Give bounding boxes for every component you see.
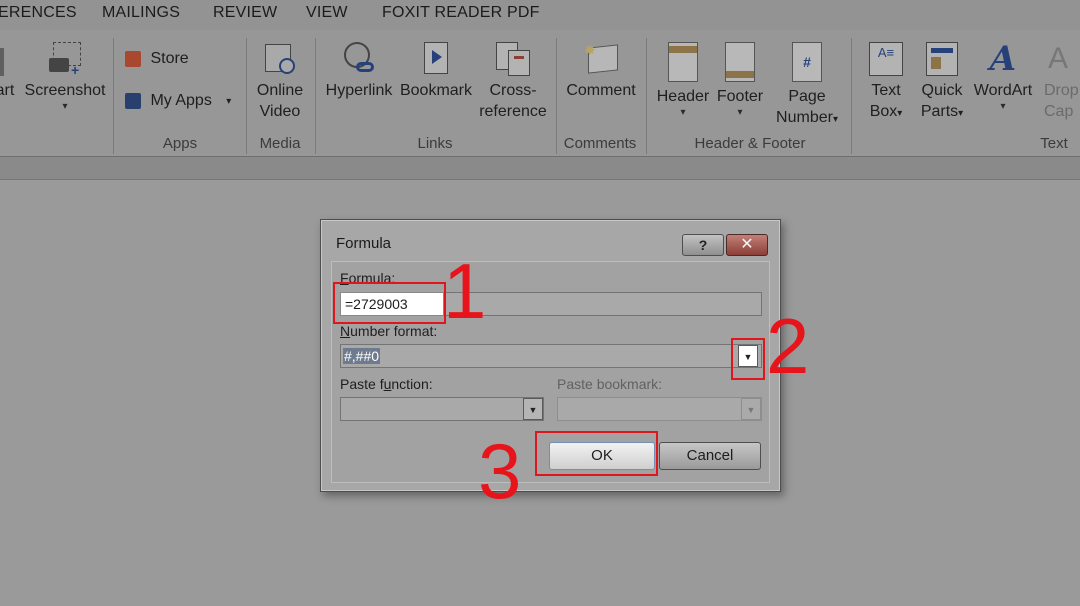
screenshot-label: Screenshot: [24, 82, 106, 99]
footer-button[interactable]: Footer ▾: [712, 42, 768, 119]
reference-label: reference: [479, 103, 547, 120]
text-box-icon: A≡: [869, 42, 903, 76]
quick-label: Quick: [921, 82, 963, 99]
wordart-dropdown-icon: ▾: [1000, 101, 1006, 112]
bookmark-icon: [422, 42, 450, 76]
dialog-title: Formula: [336, 235, 392, 252]
drop-label: Drop: [1044, 82, 1079, 99]
group-label-media: Media: [259, 135, 301, 152]
group-divider: [246, 38, 247, 154]
parts-label: Parts▾: [920, 103, 964, 120]
comment-label: Comment: [566, 82, 636, 99]
footer-label: Footer: [716, 88, 764, 105]
footer-icon: [725, 42, 755, 82]
paste-bookmark-select[interactable]: [557, 397, 762, 421]
group-divider: [315, 38, 316, 154]
tab-review[interactable]: REVIEW: [213, 4, 277, 22]
online-label: Online: [256, 82, 304, 99]
my-apps-button[interactable]: My Apps ▾: [125, 92, 231, 110]
screenshot-icon: +: [49, 42, 81, 78]
group-divider: [646, 38, 647, 154]
comment-button[interactable]: ✸ Comment: [562, 42, 640, 101]
cap-label: Cap: [1044, 103, 1074, 120]
highlight-formula-box: [333, 282, 446, 324]
number-label: Number▾: [776, 109, 838, 126]
highlight-dropdown-box: [731, 338, 765, 380]
cross-label: Cross-: [489, 82, 537, 99]
drop-cap-button[interactable]: A Drop Cap: [1044, 42, 1080, 122]
video-label: Video: [259, 103, 301, 120]
header-label: Header: [656, 88, 710, 105]
step-number-2: 2: [766, 302, 810, 390]
smartart-button[interactable]: art: [0, 48, 16, 101]
step-number-3: 3: [478, 427, 522, 515]
cross-reference-button[interactable]: Cross- reference: [476, 42, 550, 122]
my-apps-icon: [125, 93, 141, 109]
smartart-icon: [0, 48, 4, 76]
group-label-header-footer: Header & Footer: [694, 135, 806, 152]
bookmark-button[interactable]: Bookmark: [398, 42, 474, 101]
smartart-label: art: [0, 82, 15, 99]
cancel-button[interactable]: Cancel: [659, 442, 761, 470]
paste-bookmark-dropdown-arrow[interactable]: ▼: [741, 398, 761, 420]
number-format-label: Number format:: [340, 323, 438, 339]
paste-function-dropdown-arrow[interactable]: ▼: [523, 398, 543, 420]
header-button[interactable]: Header ▾: [652, 42, 714, 119]
page-label: Page: [788, 88, 826, 105]
cross-reference-icon: [496, 42, 530, 76]
number-format-value: #,##0: [343, 348, 381, 364]
text-label: Text: [871, 82, 901, 99]
store-button[interactable]: Store: [125, 50, 189, 68]
header-icon: [668, 42, 698, 82]
step-number-1: 1: [443, 247, 487, 335]
tab-foxit-reader-pdf[interactable]: FOXIT READER PDF: [382, 4, 540, 22]
online-video-icon: [263, 42, 297, 76]
group-label-comments: Comments: [563, 135, 637, 152]
box-label: Box▾: [869, 103, 903, 120]
hyperlink-icon: [342, 42, 376, 76]
group-label-apps: Apps: [162, 135, 198, 152]
group-divider: [556, 38, 557, 154]
comment-icon: ✸: [584, 42, 618, 76]
hyperlink-label: Hyperlink: [325, 82, 393, 99]
tab-references[interactable]: ERENCES: [0, 4, 77, 22]
paste-function-label: Paste function:: [340, 376, 433, 392]
screenshot-dropdown-icon: ▾: [62, 101, 68, 112]
hyperlink-button[interactable]: Hyperlink: [322, 42, 396, 101]
footer-dropdown-icon: ▾: [737, 107, 743, 118]
ribbon-tab-bar: ERENCES MAILINGS REVIEW VIEW FOXIT READE…: [0, 0, 1080, 30]
quick-parts-button[interactable]: Quick Parts▾: [914, 42, 970, 124]
close-button[interactable]: ✕: [726, 234, 768, 256]
drop-cap-icon: A: [1048, 42, 1069, 75]
my-apps-label: My Apps: [150, 92, 212, 109]
group-label-text: Text: [1040, 135, 1068, 152]
group-divider: [851, 38, 852, 154]
online-video-button[interactable]: Online Video: [252, 42, 308, 122]
tab-mailings[interactable]: MAILINGS: [102, 4, 180, 22]
header-dropdown-icon: ▾: [680, 107, 686, 118]
group-label-links: Links: [417, 135, 453, 152]
paste-function-select[interactable]: [340, 397, 544, 421]
page-number-button[interactable]: # Page Number▾: [770, 42, 844, 130]
help-button[interactable]: ?: [682, 234, 724, 256]
page-number-icon: #: [792, 42, 822, 82]
screenshot-button[interactable]: + Screenshot ▾: [22, 42, 108, 113]
store-label: Store: [150, 50, 189, 67]
bookmark-label: Bookmark: [399, 82, 473, 99]
group-divider: [113, 38, 114, 154]
ribbon: art + Screenshot ▾ Store My Apps ▾ Apps …: [0, 30, 1080, 157]
tab-view[interactable]: VIEW: [306, 4, 348, 22]
highlight-ok-box: [535, 431, 658, 476]
wordart-label: WordArt: [973, 82, 1033, 99]
my-apps-dropdown-icon: ▾: [226, 95, 232, 107]
wordart-icon: A: [989, 39, 1017, 79]
wordart-button[interactable]: A WordArt ▾: [970, 42, 1036, 113]
paste-bookmark-label: Paste bookmark:: [557, 376, 663, 392]
store-icon: [125, 51, 141, 67]
quick-parts-icon: [926, 42, 958, 76]
number-format-select[interactable]: #,##0: [340, 344, 762, 368]
text-box-button[interactable]: A≡ Text Box▾: [858, 42, 914, 124]
